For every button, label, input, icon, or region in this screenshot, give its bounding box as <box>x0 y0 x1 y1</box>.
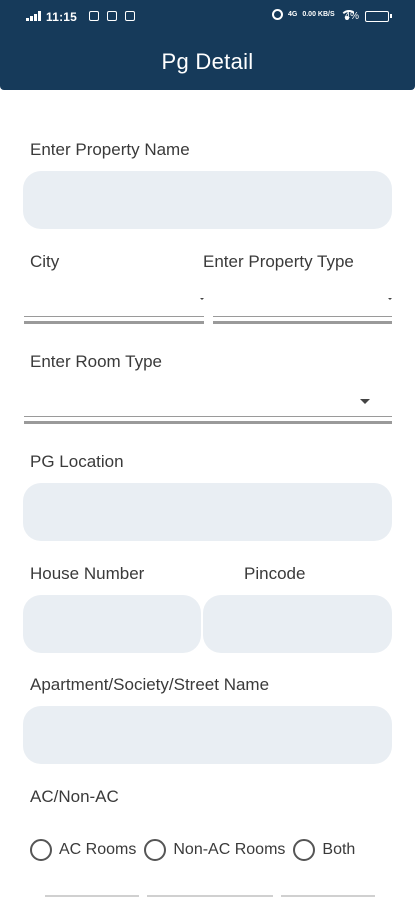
radio-label: AC Rooms <box>59 841 137 858</box>
radio-ac-rooms[interactable]: AC Rooms <box>30 839 136 861</box>
chevron-down-icon <box>388 298 392 300</box>
radio-non-ac-rooms[interactable]: Non-AC Rooms <box>144 839 285 861</box>
battery-icon <box>365 11 392 22</box>
radio-both[interactable]: Both <box>293 839 355 861</box>
gallery-notification-icon <box>107 11 117 21</box>
pg-location-input[interactable] <box>23 483 392 541</box>
house-number-input[interactable] <box>23 595 201 653</box>
property-name-input[interactable] <box>23 171 392 229</box>
chevron-down-icon <box>360 399 370 404</box>
pincode-label: Pincode <box>244 564 306 583</box>
app-bar: Pg Detail <box>0 34 415 90</box>
status-time: 11:15 <box>46 10 78 24</box>
house-number-label: House Number <box>30 564 145 583</box>
radio-circle <box>144 839 167 861</box>
signal-icon <box>26 11 42 21</box>
pincode-input[interactable] <box>203 595 392 653</box>
city-dropdown[interactable] <box>24 290 204 324</box>
street-label: Apartment/Society/Street Name <box>30 675 270 694</box>
ac-type-radio-group: AC Rooms Non-AC Rooms Both <box>30 839 363 861</box>
app-notification-icon <box>89 11 99 21</box>
pg-location-label: PG Location <box>30 452 124 471</box>
chevron-down-icon <box>200 298 204 300</box>
radio-label: Both <box>322 841 356 858</box>
alarm-icon <box>272 9 283 20</box>
radio-circle <box>293 839 316 861</box>
next-field-underlines <box>45 895 375 897</box>
battery-percent: 4% <box>344 11 359 22</box>
city-label: City <box>30 252 60 271</box>
radio-label: Non-AC Rooms <box>173 841 286 858</box>
room-type-dropdown[interactable] <box>24 390 392 424</box>
data-speed-indicator: 0.00 KB/S <box>302 11 335 18</box>
room-type-label: Enter Room Type <box>30 352 162 371</box>
street-input[interactable] <box>23 706 392 764</box>
ac-type-label: AC/Non-AC <box>30 787 119 806</box>
instagram-notification-icon <box>125 11 135 21</box>
status-bar: 11:15 4G 0.00 KB/S 4% <box>0 0 415 34</box>
property-name-label: Enter Property Name <box>30 140 190 159</box>
property-type-dropdown[interactable] <box>213 290 392 324</box>
radio-circle <box>30 839 52 861</box>
page-title: Pg Detail <box>161 49 254 74</box>
network-type-icon: 4G <box>288 11 298 18</box>
property-type-label: Enter Property Type <box>203 252 354 271</box>
